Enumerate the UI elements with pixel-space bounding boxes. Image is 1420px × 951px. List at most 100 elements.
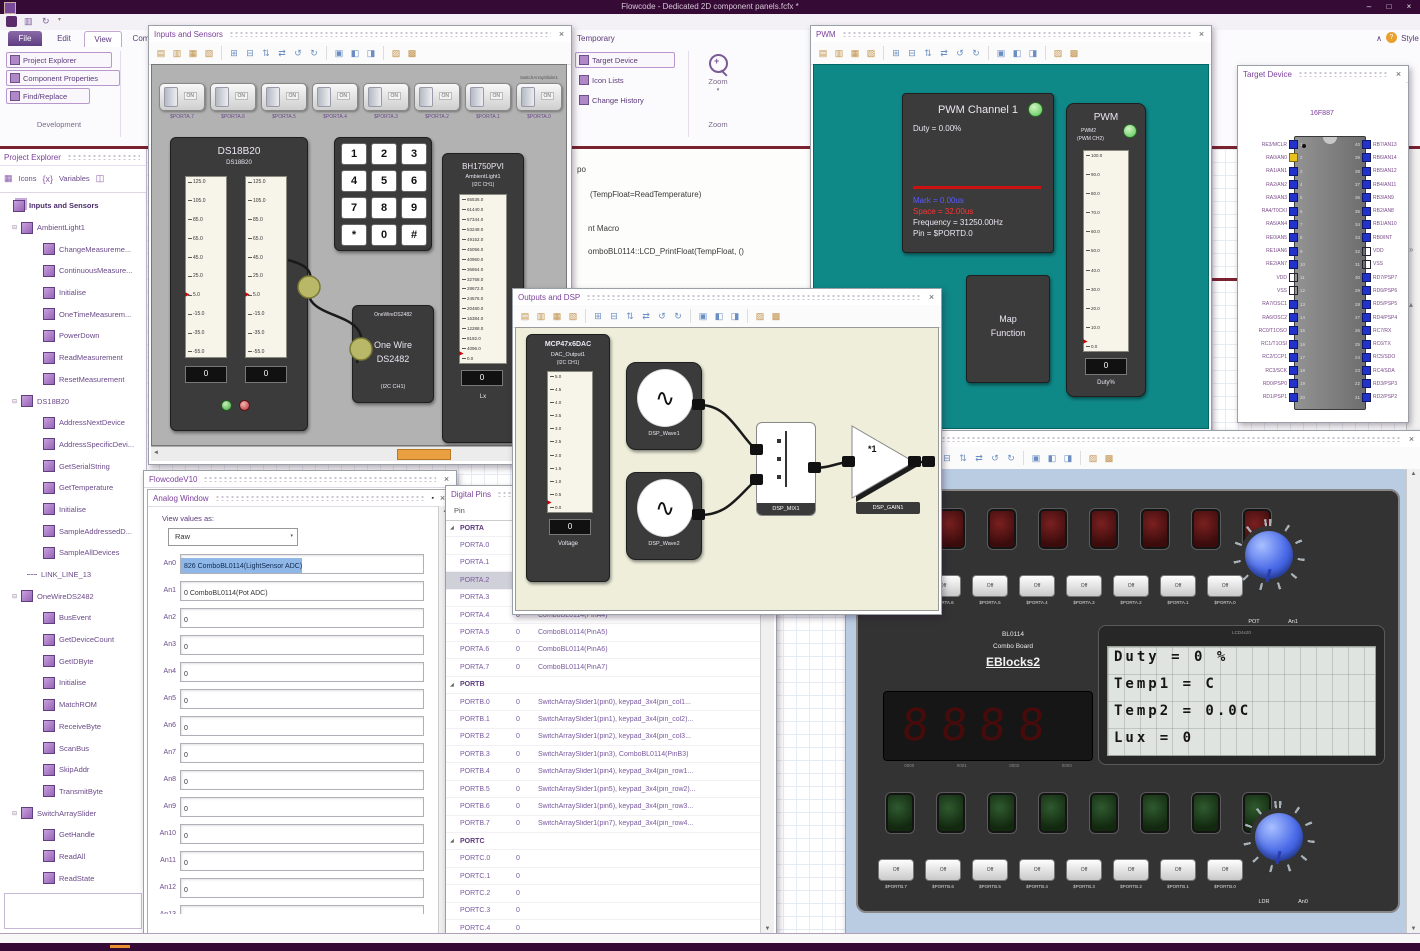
tree-item[interactable]: GetDeviceCount	[0, 629, 146, 651]
close-icon[interactable]: ×	[1407, 434, 1416, 444]
tree-item[interactable]: ResetMeasurement	[0, 369, 146, 391]
chip-pin[interactable]: RA2/AN2 4	[1238, 178, 1310, 191]
off-button[interactable]: Off	[878, 859, 914, 881]
tab-file[interactable]: File	[8, 31, 42, 46]
channel-field[interactable]: 0	[180, 877, 424, 898]
off-button[interactable]: Off	[1160, 575, 1196, 597]
toolbar-icon[interactable]: ◨	[1061, 451, 1075, 465]
window-titlebar[interactable]: Inputs and Sensors ×	[149, 26, 571, 43]
tree-item[interactable]: SkipAddr	[0, 759, 146, 781]
off-button[interactable]: Off	[1066, 575, 1102, 597]
minimize-button[interactable]: –	[1362, 2, 1376, 11]
pin-row[interactable]: PORTB.3 0 SwitchArraySlider1(pin3), Comb…	[446, 746, 761, 764]
tree-item[interactable]: GetHandle	[0, 824, 146, 846]
toolbar-icon[interactable]: ▩	[769, 309, 783, 323]
tab-icons[interactable]: Icons	[19, 174, 37, 183]
toolbar-icon[interactable]: ◧	[348, 46, 362, 60]
toolbar-icon[interactable]: ⇄	[972, 451, 986, 465]
pin-row[interactable]: PORTA.6 0 ComboBL0114(PinA6)	[446, 642, 761, 660]
off-button[interactable]: Off	[1113, 859, 1149, 881]
toolbar-icon[interactable]: ▨	[389, 46, 403, 60]
chip-pin[interactable]: 38 RB5/AN12	[1350, 165, 1406, 178]
pin-row[interactable]: PORTC.0 0	[446, 850, 761, 868]
toolbar-icon[interactable]: ▣	[332, 46, 346, 60]
chip-pin[interactable]: RC3/SCK 18	[1238, 364, 1310, 377]
quickbar-caret-icon[interactable]: ▾	[58, 16, 61, 23]
change-history-button[interactable]: Change History	[575, 92, 675, 108]
chip-pin[interactable]: 33 RB0/INT	[1350, 231, 1406, 244]
chip-pin[interactable]: RA6/OSC2 14	[1238, 311, 1310, 324]
toolbar-icon[interactable]: ⊟	[243, 46, 257, 60]
tree-item[interactable]: ReadMeasurement	[0, 347, 146, 369]
toolbar-icon[interactable]: ⇄	[275, 46, 289, 60]
toggle-switch[interactable]: ON	[261, 83, 307, 111]
toggle-switch[interactable]: ON	[516, 83, 562, 111]
toolbar-icon[interactable]	[1023, 451, 1024, 465]
chip-pin[interactable]: 26 RC7/RX	[1350, 324, 1406, 337]
chip-pin[interactable]: 35 RB2/AN8	[1350, 204, 1406, 217]
toolbar-icon[interactable]: ▨	[753, 309, 767, 323]
toolbar-icon[interactable]: ↺	[988, 451, 1002, 465]
off-button[interactable]: Off	[972, 859, 1008, 881]
toolbar-icon[interactable]: ⊞	[889, 46, 903, 60]
target-device-button[interactable]: Target Device	[575, 52, 675, 68]
toolbar-icon[interactable]	[1080, 451, 1081, 465]
chip-pin[interactable]: RC1/T1OSI 16	[1238, 337, 1310, 350]
toolbar-icon[interactable]: ▩	[1067, 46, 1081, 60]
toolbar-icon[interactable]: ◧	[1010, 46, 1024, 60]
toolbar-icon[interactable]	[690, 309, 691, 323]
toolbar-icon[interactable]: ◧	[1045, 451, 1059, 465]
channel-field[interactable]: 0	[180, 607, 424, 628]
toolbar-icon[interactable]: ▨	[1086, 451, 1100, 465]
board-scrollbar[interactable]: ▲ ▼	[1406, 469, 1420, 934]
pin-row[interactable]: PORTB.7 0 SwitchArraySlider1(pin7), keyp…	[446, 816, 761, 834]
toolbar-icon[interactable]: ▧	[864, 46, 878, 60]
icon-lists-button[interactable]: Icon Lists	[575, 72, 647, 88]
chip-pin[interactable]: 31 VSS	[1350, 258, 1406, 271]
refresh-icon[interactable]: ↻	[42, 16, 50, 27]
chip-pin[interactable]: 34 RB1/AN10	[1350, 218, 1406, 231]
collapse-ribbon-icon[interactable]: ∧	[1374, 31, 1384, 46]
ldr-knob[interactable]	[1255, 813, 1303, 861]
window-titlebar[interactable]: Target Device ×	[1238, 66, 1408, 83]
pwm-gauge-component[interactable]: PWM PWM2 (PWM CH2) 100.0 90.0 80.0 70.0 60.0…	[1066, 103, 1146, 397]
tab-view[interactable]: View	[84, 31, 122, 47]
toggle-switch[interactable]: ON	[312, 83, 358, 111]
toolbar-icon[interactable]: ⊞	[227, 46, 241, 60]
style-menu[interactable]: Style	[1399, 31, 1420, 46]
toolbar-icon[interactable]: ▥	[832, 46, 846, 60]
toolbar-icon[interactable]: ▩	[405, 46, 419, 60]
pin-row[interactable]: ◢ PORTC	[446, 833, 761, 851]
chip-pin[interactable]: 27 RD4/PSP4	[1350, 311, 1406, 324]
pin-row[interactable]: PORTB.1 0 SwitchArraySlider1(pin1), keyp…	[446, 711, 761, 729]
switch-lever[interactable]	[317, 87, 331, 107]
tree-item[interactable]: OneTimeMeasurem...	[0, 303, 146, 325]
tree-item[interactable]: MatchROM	[0, 694, 146, 716]
chip-pin[interactable]: 30 RD7/PSP7	[1350, 271, 1406, 284]
toolbar-icon[interactable]: ⊟	[905, 46, 919, 60]
tree-item[interactable]: Initialise	[0, 672, 146, 694]
keypad-key[interactable]: *	[341, 223, 367, 246]
toolbar-icon[interactable]: ▤	[518, 309, 532, 323]
close-icon[interactable]: ×	[442, 474, 451, 484]
off-button[interactable]: Off	[972, 575, 1008, 597]
toolbar-icon[interactable]: ▦	[848, 46, 862, 60]
group-expander-icon[interactable]: ◢	[446, 838, 460, 844]
pin-row[interactable]: PORTB.2 0 SwitchArraySlider1(pin2), keyp…	[446, 729, 761, 747]
keypad-key[interactable]: 3	[401, 142, 427, 165]
toolbar-icon[interactable]: ↺	[291, 46, 305, 60]
toolbar-icon[interactable]	[383, 46, 384, 60]
keypad-key[interactable]: 8	[371, 196, 397, 219]
channel-field[interactable]: 0 ComboBL0114(Pot ADC)	[180, 580, 424, 601]
off-button[interactable]: Off	[925, 859, 961, 881]
chip-pin[interactable]: 40 RB7/AN13	[1350, 138, 1406, 151]
close-icon[interactable]: ×	[1394, 69, 1403, 79]
toolbar-icon[interactable]: ⊞	[591, 309, 605, 323]
keypad-key[interactable]: 9	[401, 196, 427, 219]
chip-pin[interactable]: RC2/CCP1 17	[1238, 351, 1310, 364]
chip-pin[interactable]: 28 RD5/PSP5	[1350, 298, 1406, 311]
channel-field[interactable]: 0	[180, 823, 424, 844]
switch-lever[interactable]	[164, 87, 178, 107]
toolbar-icon[interactable]	[585, 309, 586, 323]
channel-field[interactable]: 0	[180, 742, 424, 763]
